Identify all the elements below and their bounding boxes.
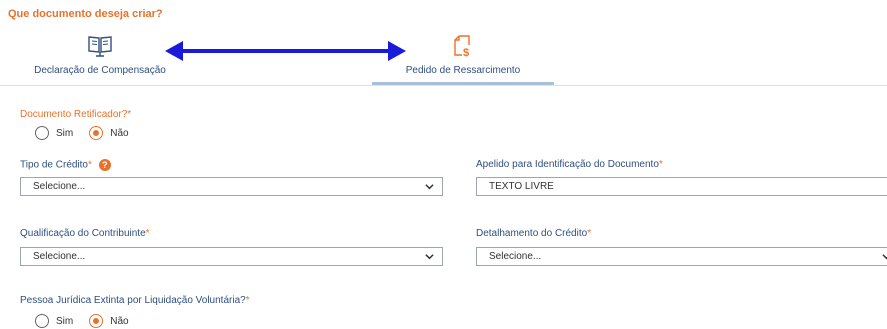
radio-label: Sim: [56, 127, 74, 139]
apelido-label: Apelido para Identificação do Documento*: [476, 159, 663, 170]
select-value: Selecione...: [33, 251, 86, 262]
qualificacao-label: Qualificação do Contribuinte*: [20, 228, 150, 239]
book-icon: [88, 36, 112, 57]
tab-pedido-ressarcimento[interactable]: $ Pedido de Ressarcimento: [393, 34, 533, 76]
pj-extinta-nao-radio[interactable]: [89, 314, 104, 328]
document-dollar-icon: $: [454, 35, 470, 58]
tab-label: Pedido de Ressarcimento: [405, 65, 521, 76]
tab-declaracao-compensacao[interactable]: Declaração de Compensação: [30, 34, 170, 76]
qualificacao-select[interactable]: Selecione...: [20, 247, 443, 266]
select-value: Selecione...: [33, 181, 86, 192]
help-icon[interactable]: ?: [98, 159, 111, 171]
retificador-nao-radio[interactable]: [89, 126, 104, 140]
retificador-sim-radio[interactable]: [35, 126, 49, 140]
detalhamento-select[interactable]: Selecione...: [476, 247, 887, 266]
pj-extinta-label: Pessoa Jurídica Extinta por Liquidação V…: [20, 295, 250, 306]
chevron-down-icon: [425, 184, 434, 190]
svg-text:$: $: [463, 47, 469, 58]
chevron-down-icon: [425, 254, 434, 260]
input-value: TEXTO LIVRE: [489, 181, 554, 192]
detalhamento-label: Detalhamento do Crédito*: [476, 228, 592, 239]
retificador-label: Documento Retificador?*: [20, 109, 132, 120]
tab-label: Declaração de Compensação: [34, 65, 166, 76]
tabs-divider: [0, 85, 887, 86]
tipo-credito-select[interactable]: Selecione...: [20, 177, 443, 196]
double-arrow-icon: [165, 41, 406, 61]
tipo-credito-label: Tipo de Crédito* ?: [20, 159, 111, 171]
radio-label: Não: [110, 315, 129, 327]
chevron-down-icon: [882, 254, 887, 260]
pj-extinta-radio-group: Sim Não: [35, 314, 129, 328]
radio-label: Sim: [56, 315, 74, 327]
pj-extinta-sim-radio[interactable]: [35, 314, 49, 328]
page-heading: Que documento deseja criar?: [8, 8, 163, 20]
radio-label: Não: [110, 127, 129, 139]
select-value: Selecione...: [489, 251, 542, 262]
apelido-input[interactable]: TEXTO LIVRE: [476, 177, 887, 196]
retificador-radio-group: Sim Não: [35, 126, 129, 140]
